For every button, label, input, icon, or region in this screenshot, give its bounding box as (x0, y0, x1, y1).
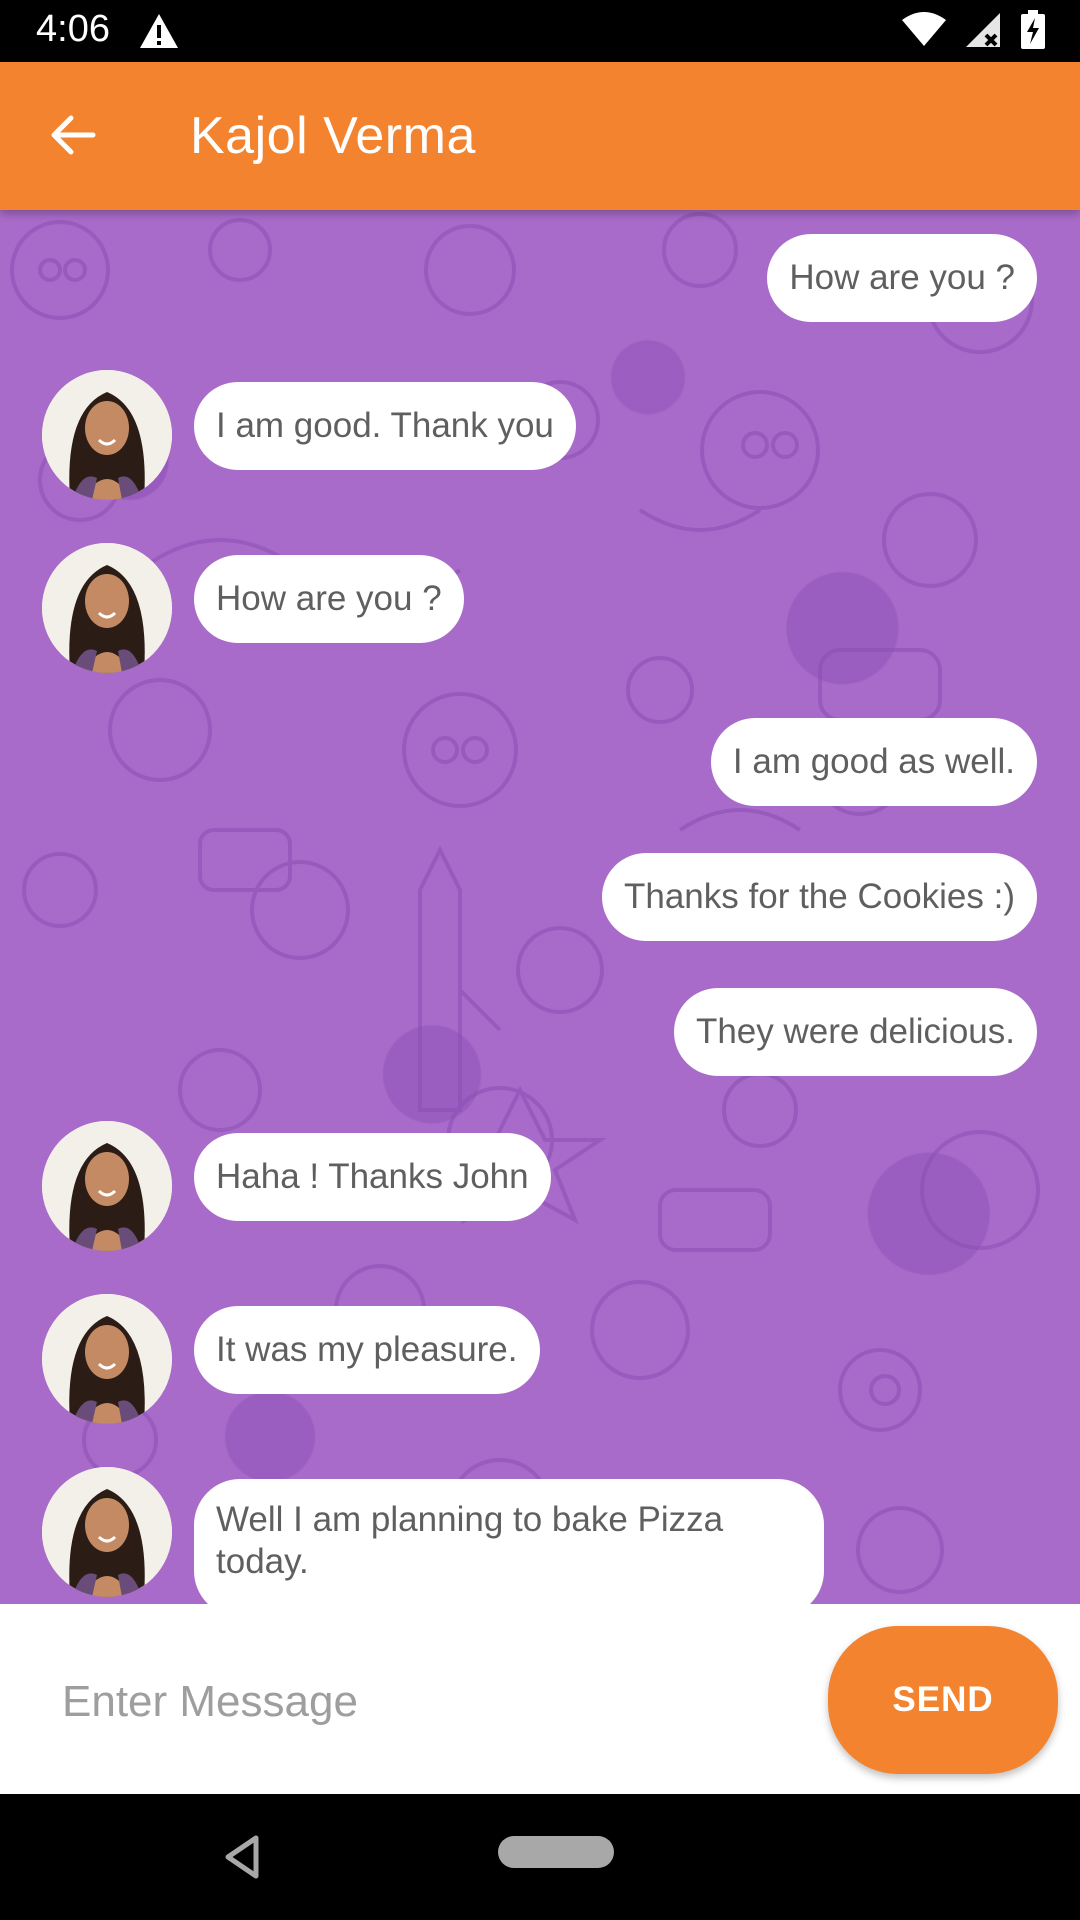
app-bar: Kajol Verma (0, 62, 1080, 210)
back-button[interactable] (40, 102, 106, 168)
avatar[interactable] (42, 1467, 172, 1597)
sent-message-bubble: I am good as well. (710, 718, 1037, 806)
message-row: It was my pleasure. (0, 1294, 1080, 1424)
message-row: How are you ? (0, 234, 1080, 326)
status-icons (900, 10, 1046, 50)
avatar[interactable] (42, 370, 172, 500)
send-button[interactable]: SEND (828, 1626, 1058, 1774)
sent-message-bubble: They were delicious. (673, 988, 1037, 1076)
avatar-image (42, 1121, 172, 1251)
status-time: 4:06 (36, 8, 110, 50)
avatar[interactable] (42, 1121, 172, 1251)
received-message-bubble: How are you ? (194, 555, 464, 643)
warning-icon (140, 14, 178, 48)
message-row: Well I am planning to bake Pizza today. (0, 1467, 1080, 1604)
message-input-bar: SEND (0, 1604, 1080, 1794)
message-row: I am good. Thank you (0, 370, 1080, 500)
message-row: How are you ? (0, 543, 1080, 673)
nav-back-icon[interactable] (222, 1834, 262, 1880)
system-nav-bar (0, 1794, 1080, 1920)
sent-message-bubble: Thanks for the Cookies :) (602, 853, 1037, 941)
wifi-icon (902, 12, 946, 46)
sent-message-bubble: How are you ? (767, 234, 1037, 322)
avatar[interactable] (42, 543, 172, 673)
message-row: Haha ! Thanks John (0, 1121, 1080, 1251)
received-message-bubble: Well I am planning to bake Pizza today. (194, 1479, 824, 1604)
battery-icon (1021, 10, 1045, 49)
signal-icon (966, 13, 1000, 47)
avatar-image (42, 370, 172, 500)
avatar[interactable] (42, 1294, 172, 1424)
status-bar: 4:06 (0, 0, 1080, 62)
received-message-bubble: It was my pleasure. (194, 1306, 540, 1394)
nav-home-button[interactable] (498, 1836, 614, 1868)
page-title: Kajol Verma (190, 107, 476, 165)
message-row: They were delicious. (0, 988, 1080, 1080)
message-row: I am good as well. (0, 718, 1080, 810)
message-input[interactable] (62, 1662, 802, 1742)
message-row: Thanks for the Cookies :) (0, 853, 1080, 945)
avatar-image (42, 1467, 172, 1597)
avatar-image (42, 1294, 172, 1424)
chat-area[interactable]: How are you ? I am good. Thank you How a… (0, 210, 1080, 1604)
back-arrow-icon (51, 115, 96, 155)
received-message-bubble: I am good. Thank you (194, 382, 576, 470)
avatar-image (42, 543, 172, 673)
received-message-bubble: Haha ! Thanks John (194, 1133, 551, 1221)
